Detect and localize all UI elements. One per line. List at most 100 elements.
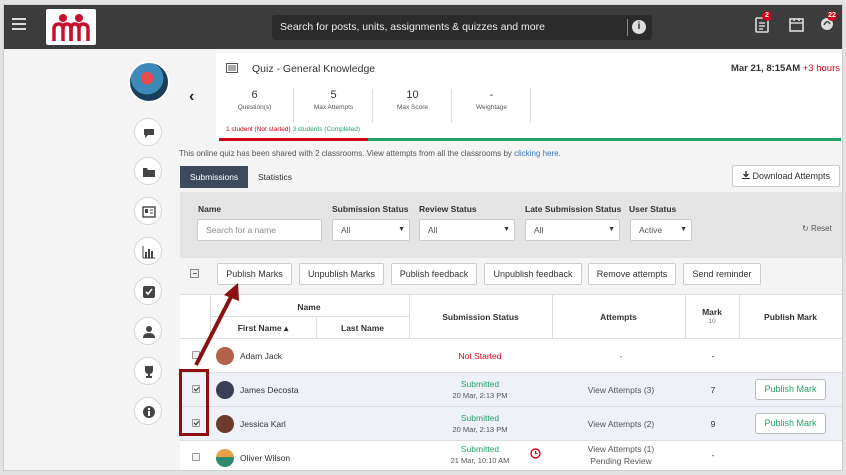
mark-max-label: 10 [708,318,716,325]
search-input[interactable]: Search for posts, units, assignments & q… [280,21,545,33]
stat-label: Max Attempts [313,104,354,111]
date-extra-text: +3 hours [802,63,840,74]
submission-date: 20 Mar, 2:13 PM [452,425,508,434]
info-icon[interactable] [134,397,162,425]
date-text: Mar 21, 8:15AM [730,63,801,74]
id-card-icon[interactable] [134,197,162,225]
row-checkbox[interactable] [192,453,200,461]
review-status-select[interactable]: All ▼ [419,219,515,241]
mark-value: 9 [710,419,716,429]
row-checkbox[interactable] [192,351,200,359]
table-row[interactable]: Adam Jack Not Started - - [180,338,842,372]
table-row[interactable]: Jessica Karl Submitted 20 Mar, 2:13 PM V… [180,406,842,440]
caret-down-icon: ▼ [503,226,510,233]
download-icon [741,171,750,179]
notifications-icon[interactable]: 22 [820,11,837,35]
avatar [216,347,234,365]
attempts-value: - [619,351,623,361]
publish-mark-button[interactable]: Publish Mark [755,413,826,434]
table-row[interactable]: Oliver Wilson Submitted 21 Mar, 10:10 AM… [180,440,842,470]
mark-header: Mark [702,307,722,317]
assignments-icon[interactable]: 2 [755,11,772,35]
submission-status: Not Started [458,351,502,361]
last-name-sort-header[interactable]: Last Name [316,323,409,333]
quiz-title: Quiz - General Knowledge [252,63,376,75]
divider [210,316,409,317]
first-name-sort-header[interactable]: First Name ▴ [210,323,316,334]
info-icon[interactable]: i [632,20,646,34]
view-attempts-link[interactable]: View Attempts (2) [556,419,686,429]
submission-date: 21 Mar, 10:10 AM [450,456,510,465]
completion-progress-bar [219,138,841,141]
user-icon[interactable] [134,317,162,345]
bulk-select-checkbox[interactable] [190,269,199,278]
view-attempts-link[interactable]: View Attempts (1) [556,444,686,454]
quiz-date: Mar 21, 8:15AM +3 hours [731,63,840,74]
avatar [216,415,234,433]
unpublish-feedback-button[interactable]: Unpublish feedback [484,263,582,285]
user-status-filter-label: User Status [629,204,677,214]
send-reminder-button[interactable]: Send reminder [683,263,761,285]
student-name[interactable]: James Decosta [240,385,299,395]
reset-button[interactable]: ↻ Reset [802,224,832,233]
select-value: All [428,225,438,235]
avatar [216,381,234,399]
download-label: Download Attempts [752,171,831,181]
notification-badge: 2 [762,11,772,21]
stat-max-attempts: 5 Max Attempts [295,89,373,123]
student-name[interactable]: Jessica Karl [240,419,286,429]
name-search-input[interactable]: Search for a name [197,219,322,241]
trophy-icon[interactable] [134,357,162,385]
checkbox-icon[interactable] [134,277,162,305]
tab-statistics[interactable]: Statistics [248,166,302,188]
shared-link[interactable]: clicking here. [514,149,561,158]
caret-down-icon: ▼ [398,226,405,233]
publish-marks-button[interactable]: Publish Marks [217,263,292,285]
submission-date: 20 Mar, 2:13 PM [452,391,508,400]
top-bar: Search for posts, units, assignments & q… [4,5,842,49]
chat-icon[interactable] [134,118,162,146]
publish-mark-button[interactable]: Publish Mark [755,379,826,400]
not-started-segment [219,138,368,141]
view-attempts-link[interactable]: View Attempts (3) [556,385,686,395]
late-submission-select[interactable]: All ▼ [525,219,620,241]
download-attempts-button[interactable]: Download Attempts [732,165,840,187]
select-value: All [534,225,544,235]
folder-icon[interactable] [134,157,162,185]
stat-label: Question(s) [237,104,272,111]
submission-status: Submitted [460,379,500,389]
mark-value: - [711,450,715,460]
reset-label: Reset [810,224,832,233]
tab-submissions[interactable]: Submissions [180,166,249,188]
attempts-header: Attempts [600,312,637,322]
quiz-icon [226,63,238,73]
student-name[interactable]: Oliver Wilson [240,453,290,463]
submission-status: Submitted [460,413,500,423]
checkbox-highlight-annotation [179,369,209,436]
table-row[interactable]: James Decosta Submitted 20 Mar, 2:13 PM … [180,372,842,406]
menu-icon[interactable] [12,18,26,32]
stat-value: 10 [406,89,419,101]
unpublish-marks-button[interactable]: Unpublish Marks [299,263,384,285]
user-status-select[interactable]: Active ▼ [630,219,692,241]
shared-text: This online quiz has been shared with 2 … [179,149,512,158]
bar-chart-icon[interactable] [134,237,162,265]
app-logo[interactable] [46,9,96,45]
completed-count: 3 students (Completed) [292,126,361,133]
name-filter-label: Name [198,204,222,214]
name-placeholder: Search for a name [206,225,276,235]
submission-status-filter-label: Submission Status [332,204,409,214]
search-bar[interactable]: Search for posts, units, assignments & q… [272,15,652,40]
avatar [216,449,234,467]
user-avatar[interactable] [128,61,170,103]
publish-mark-header: Publish Mark [764,312,817,322]
publish-feedback-button[interactable]: Publish feedback [391,263,477,285]
filter-panel: Name Search for a name Submission Status… [180,192,842,258]
submission-status-select[interactable]: All ▼ [332,219,410,241]
submission-status-header: Submission Status [442,312,519,322]
calendar-icon[interactable] [789,17,805,35]
student-name[interactable]: Adam Jack [240,351,282,361]
remove-attempts-button[interactable]: Remove attempts [588,263,676,285]
back-chevron-icon[interactable]: ‹ [189,88,194,106]
progress-legend: 1 student (Not started) 3 students (Comp… [226,126,360,133]
